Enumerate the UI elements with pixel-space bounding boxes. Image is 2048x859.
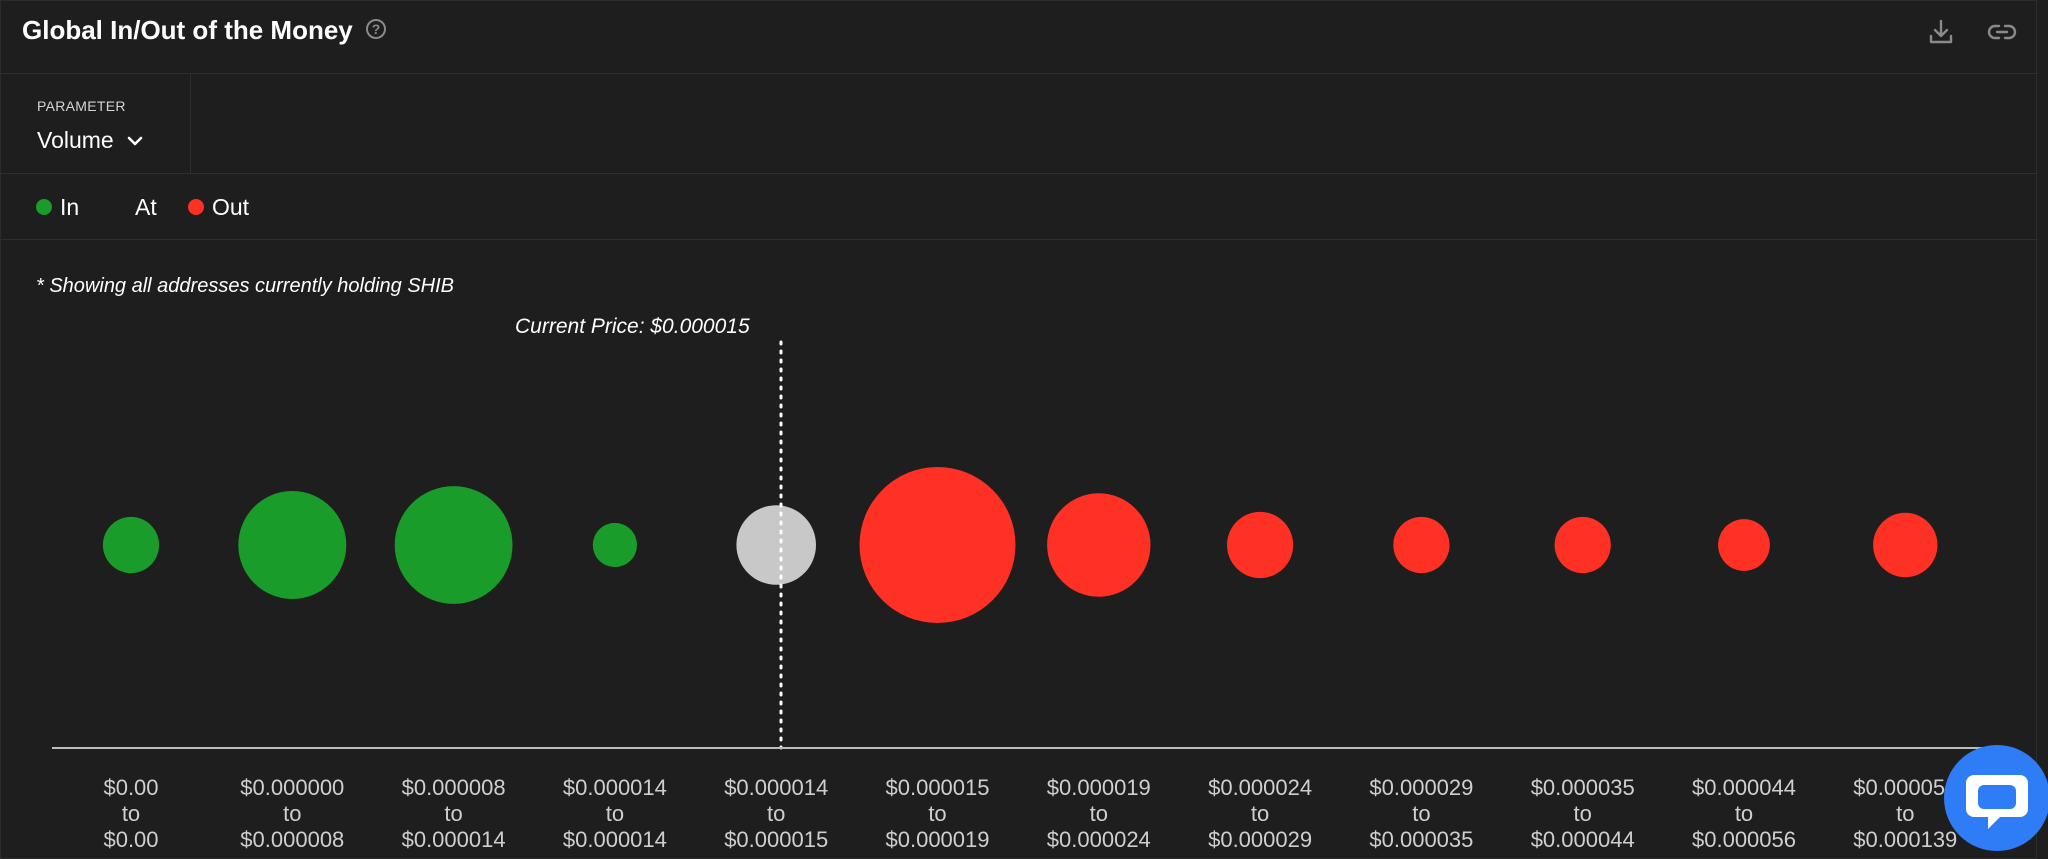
bubble-7[interactable] (1227, 511, 1294, 579)
bubble-5[interactable] (859, 467, 1016, 623)
x-tick-label-10-2: $0.000056 (1692, 827, 1796, 852)
x-tick-label-2-2: $0.000014 (402, 827, 506, 852)
x-tick-label-9-2: $0.000044 (1531, 827, 1635, 852)
x-tick-label-11-0: $0.000056 (1853, 775, 1957, 800)
bubble-3[interactable] (592, 522, 638, 568)
x-tick-label-9-1: to (1574, 801, 1592, 826)
x-tick-label-1-1: to (283, 801, 301, 826)
x-tick-label-4-0: $0.000014 (724, 775, 828, 800)
x-tick-label-1-0: $0.000000 (240, 775, 344, 800)
x-tick-label-5-0: $0.000015 (886, 775, 990, 800)
x-tick-label-6-1: to (1090, 801, 1108, 826)
bubble-10[interactable] (1718, 519, 1770, 571)
x-tick-label-0-0: $0.00 (103, 775, 158, 800)
x-tick-label-8-0: $0.000029 (1369, 775, 1473, 800)
chat-bubble-icon (1966, 775, 2028, 829)
x-tick-label-0-2: $0.00 (103, 827, 158, 852)
bubble-chart: $0.00to$0.00$0.000000to$0.000008$0.00000… (52, 340, 1985, 852)
bubble-6[interactable] (1047, 493, 1151, 597)
bubble-4[interactable] (736, 505, 816, 585)
x-tick-label-2-1: to (444, 801, 462, 826)
bubble-9[interactable] (1554, 516, 1611, 574)
x-tick-label-9-0: $0.000035 (1531, 775, 1635, 800)
x-tick-label-6-0: $0.000019 (1047, 775, 1151, 800)
x-tick-label-10-1: to (1735, 801, 1753, 826)
x-tick-label-3-0: $0.000014 (563, 775, 667, 800)
x-tick-label-10-0: $0.000044 (1692, 775, 1796, 800)
bubble-0[interactable] (102, 516, 160, 574)
chat-button[interactable] (1944, 745, 2048, 851)
x-tick-label-7-1: to (1251, 801, 1269, 826)
x-tick-label-1-2: $0.000008 (240, 827, 344, 852)
x-tick-label-3-2: $0.000014 (563, 827, 667, 852)
bubble-2[interactable] (394, 486, 513, 604)
x-tick-label-6-2: $0.000024 (1047, 827, 1151, 852)
bubble-1[interactable] (238, 491, 347, 599)
x-tick-label-4-2: $0.000015 (724, 827, 828, 852)
bubble-11[interactable] (1873, 512, 1938, 578)
x-tick-label-7-0: $0.000024 (1208, 775, 1312, 800)
x-tick-label-2-0: $0.000008 (402, 775, 506, 800)
x-tick-label-11-1: to (1896, 801, 1914, 826)
x-tick-label-7-2: $0.000029 (1208, 827, 1312, 852)
x-tick-label-3-1: to (606, 801, 624, 826)
x-tick-label-8-1: to (1412, 801, 1430, 826)
x-tick-label-5-2: $0.000019 (886, 827, 990, 852)
x-tick-label-8-2: $0.000035 (1369, 827, 1473, 852)
x-tick-label-11-2: $0.000139 (1853, 827, 1957, 852)
x-tick-label-0-1: to (122, 801, 140, 826)
bubble-8[interactable] (1393, 516, 1450, 574)
x-tick-label-5-1: to (928, 801, 946, 826)
x-tick-label-4-1: to (767, 801, 785, 826)
